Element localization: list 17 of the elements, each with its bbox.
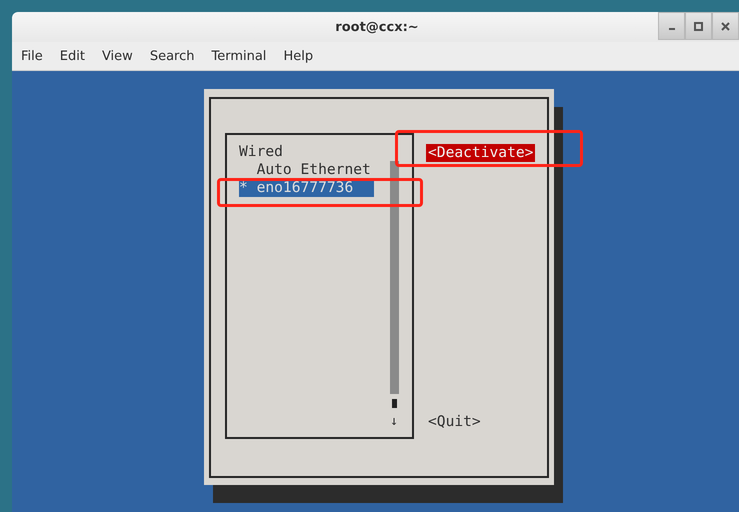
- window-title: root@ccx:~: [335, 20, 419, 34]
- group-label: Wired: [239, 143, 284, 161]
- close-button[interactable]: [712, 12, 739, 40]
- menu-item[interactable]: File: [13, 48, 51, 64]
- close-icon: [721, 22, 730, 30]
- scroll-down-arrow[interactable]: ↓: [390, 414, 398, 430]
- menu-item[interactable]: Help: [275, 48, 322, 64]
- menu-item[interactable]: Search: [142, 48, 202, 64]
- dialog-button[interactable]: <Deactivate>: [426, 144, 536, 162]
- menu-item[interactable]: Terminal: [203, 48, 274, 64]
- connection-item[interactable]: Auto Ethernet: [239, 161, 374, 179]
- dialog-button[interactable]: <Quit>: [426, 413, 483, 431]
- scrollbar-thumb[interactable]: [392, 399, 396, 408]
- maximize-icon: [694, 22, 703, 30]
- menu-item[interactable]: Edit: [52, 48, 93, 64]
- maximize-button[interactable]: [685, 12, 712, 40]
- menu-item[interactable]: View: [94, 48, 141, 64]
